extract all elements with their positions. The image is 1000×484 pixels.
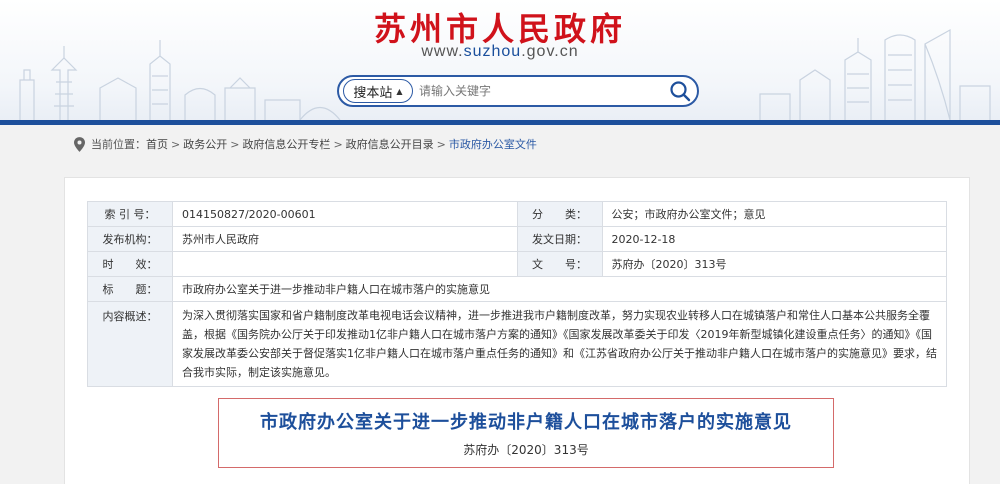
meta-row: 发布机构： 苏州市人民政府 发文日期： 2020-12-18	[87, 226, 947, 252]
issuer-label: 发布机构：	[87, 226, 173, 252]
meta-row: 索 引 号： 014150827/2020-00601 分 类： 公安；市政府办…	[87, 201, 947, 227]
breadcrumb: 当前位置： 首页 > 政务公开 > 政府信息公开专栏 > 政府信息公开目录 > …	[74, 136, 537, 152]
meta-row: 标 题： 市政府办公室关于进一步推动非户籍人口在城市落户的实施意见	[87, 276, 948, 302]
breadcrumb-separator: >	[171, 137, 181, 151]
validity-value	[171, 251, 518, 277]
location-pin-icon	[74, 136, 85, 152]
document-number: 苏府办〔2020〕313号	[463, 443, 589, 457]
search-box: 搜本站 ▲	[337, 75, 699, 107]
summary-value: 为深入贯彻落实国家和省户籍制度改革电视电话会议精神，进一步推进我市户籍制度改革，…	[171, 301, 948, 387]
site-url-domain: suzhou	[463, 43, 522, 60]
document-title: 市政府办公室关于进一步推动非户籍人口在城市落户的实施意见	[260, 412, 792, 433]
category-label: 分 类：	[516, 201, 603, 227]
header-divider-bar	[0, 120, 1000, 125]
search-scope-label: 搜本站	[353, 85, 393, 101]
search-icon[interactable]	[669, 80, 691, 102]
breadcrumb-separator: >	[436, 137, 446, 151]
docno-value: 苏府办〔2020〕313号	[601, 251, 947, 277]
docno-label: 文 号：	[516, 251, 603, 277]
breadcrumb-gov-affairs[interactable]: 政务公开	[183, 136, 227, 152]
meta-row: 内容概述： 为深入贯彻落实国家和省户籍制度改革电视电话会议精神，进一步推进我市户…	[87, 301, 948, 387]
breadcrumb-separator: >	[333, 137, 343, 151]
breadcrumb-home[interactable]: 首页	[146, 136, 168, 152]
breadcrumb-info-catalog[interactable]: 政府信息公开目录	[346, 136, 434, 152]
index-label: 索 引 号：	[87, 201, 173, 227]
site-url-prefix: www.	[421, 43, 464, 60]
site-header: 苏州市人民政府 www.suzhou.gov.cn 搜本站 ▲	[0, 0, 1000, 122]
breadcrumb-separator: >	[230, 137, 240, 151]
breadcrumb-current[interactable]: 市政府办公室文件	[449, 136, 537, 152]
subject-label: 标 题：	[87, 276, 173, 302]
meta-row: 时 效： 文 号： 苏府办〔2020〕313号	[87, 251, 947, 277]
issuer-value: 苏州市人民政府	[171, 226, 518, 252]
site-url: www.suzhou.gov.cn	[0, 43, 1000, 61]
caret-up-icon: ▲	[396, 86, 403, 96]
breadcrumb-label: 当前位置：	[91, 138, 146, 151]
date-value: 2020-12-18	[601, 226, 947, 252]
summary-label: 内容概述：	[87, 301, 173, 387]
search-input[interactable]	[419, 81, 659, 101]
search-scope-dropdown[interactable]: 搜本站 ▲	[343, 79, 413, 103]
subject-value: 市政府办公室关于进一步推动非户籍人口在城市落户的实施意见	[171, 276, 948, 302]
date-label: 发文日期：	[516, 226, 603, 252]
document-meta-table: 索 引 号： 014150827/2020-00601 分 类： 公安；市政府办…	[87, 201, 948, 387]
breadcrumb-info-column[interactable]: 政府信息公开专栏	[242, 136, 330, 152]
category-value: 公安；市政府办公室文件；意见	[601, 201, 947, 227]
index-value: 014150827/2020-00601	[171, 201, 518, 227]
document-heading-box: 市政府办公室关于进一步推动非户籍人口在城市落户的实施意见 苏府办〔2020〕31…	[218, 398, 834, 468]
site-url-suffix: .gov.cn	[521, 43, 579, 60]
validity-label: 时 效：	[87, 251, 173, 277]
